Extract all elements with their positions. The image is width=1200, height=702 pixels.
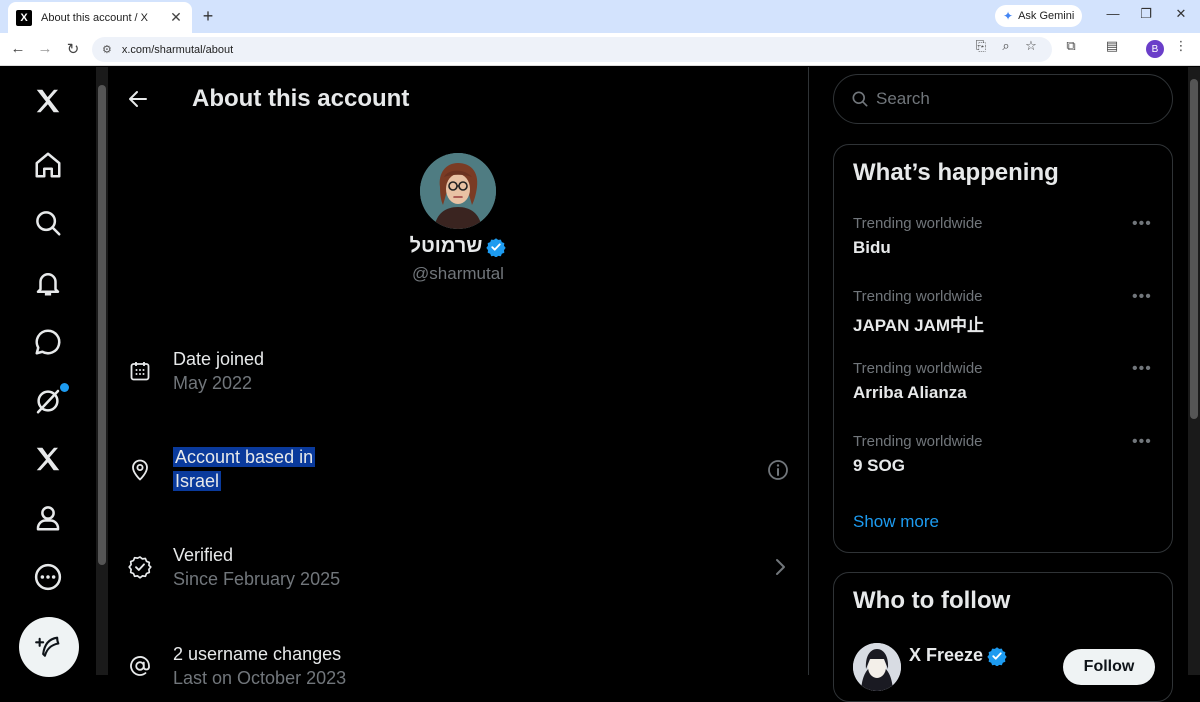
more-dots-icon[interactable]: •••: [1132, 288, 1152, 306]
search-input[interactable]: Search: [833, 74, 1173, 124]
bookmark-star-icon[interactable]: ☆: [1022, 38, 1040, 54]
info-circle-icon[interactable]: [766, 458, 790, 482]
search-icon: [852, 91, 868, 107]
notification-dot: [60, 383, 69, 392]
trend-name: JAPAN JAM中止: [853, 316, 984, 335]
verified-badge-icon: [987, 646, 1007, 666]
calendar-icon: [130, 362, 150, 381]
address-bar[interactable]: ⚙ x.com/sharmutal/about: [92, 37, 1052, 62]
premium-x-icon[interactable]: [30, 441, 66, 477]
verified-outline-icon: [128, 556, 152, 579]
verified-label: Verified: [173, 545, 234, 565]
window-close-icon[interactable]: ✕: [1171, 6, 1191, 22]
maximize-icon[interactable]: ❐: [1136, 6, 1156, 22]
extensions-icon[interactable]: ⧉: [1062, 38, 1080, 54]
date-joined-value: May 2022: [173, 373, 253, 393]
zoom-icon[interactable]: ⌕: [997, 38, 1015, 54]
verified-badge-icon: [486, 237, 507, 257]
trend-name: Arriba Alianza: [853, 383, 967, 402]
ask-gemini-label: Ask Gemini: [1018, 10, 1075, 22]
menu-kebab-icon[interactable]: ⋮: [1172, 38, 1190, 54]
follow-button[interactable]: Follow: [1063, 649, 1155, 685]
about-account-column: About this account שרמוטל @sharmutal Dat…: [108, 67, 809, 688]
messages-chat-icon[interactable]: [30, 324, 66, 360]
date-joined-label: Date joined: [173, 349, 265, 369]
suggested-account-avatar[interactable]: [853, 643, 901, 691]
browser-tab[interactable]: X About this account / X ✕: [8, 2, 192, 33]
right-sidebar: Search What’s happening Trending worldwi…: [810, 67, 1188, 702]
sidebar-nav: [0, 67, 96, 677]
page-title: About this account: [192, 85, 410, 112]
username-changes-last: Last on October 2023: [173, 668, 347, 688]
account-handle: @sharmutal: [412, 264, 504, 283]
forward-icon[interactable]: →: [35, 40, 55, 57]
profile-avatar[interactable]: B: [1146, 40, 1164, 58]
suggested-account-name: X Freeze: [909, 645, 984, 665]
gemini-sparkle-icon: ✦: [1003, 9, 1014, 23]
location-pin-icon: [132, 459, 148, 481]
more-dots-icon[interactable]: •••: [1132, 433, 1152, 451]
back-icon[interactable]: ←: [8, 40, 28, 57]
page-scrollbar[interactable]: [1188, 67, 1200, 675]
account-based-in-label: Account based in: [173, 447, 316, 467]
who-to-follow-panel: Who to follow X Freeze Follow: [833, 572, 1173, 702]
profile-person-icon[interactable]: [30, 500, 66, 536]
trend-name: Bidu: [853, 238, 891, 257]
browser-tab-bar: X About this account / X ✕ + ✦ Ask Gemin…: [0, 0, 1200, 33]
trend-meta: Trending worldwide: [853, 360, 983, 377]
chevron-right-icon[interactable]: [768, 555, 792, 579]
username-changes-label: 2 username changes: [173, 644, 342, 664]
more-options-icon[interactable]: [30, 559, 66, 595]
whats-happening-panel: What’s happening Trending worldwide Bidu…: [833, 144, 1173, 553]
search-placeholder: Search: [876, 89, 930, 108]
home-icon[interactable]: [30, 147, 66, 183]
whats-happening-title: What’s happening: [853, 159, 1059, 186]
browser-toolbar: ← → ↻ ⚙ x.com/sharmutal/about ⎘ ⌕ ☆ ⧉ ▤ …: [0, 33, 1200, 66]
show-more-link[interactable]: Show more: [853, 512, 939, 532]
back-arrow-icon[interactable]: [126, 87, 150, 111]
verified-since: Since February 2025: [173, 569, 341, 589]
x-favicon-icon: X: [16, 9, 32, 26]
reload-icon[interactable]: ↻: [63, 40, 83, 58]
side-panel-icon[interactable]: ▤: [1103, 38, 1121, 54]
url-text[interactable]: x.com/sharmutal/about: [122, 44, 233, 56]
explore-search-icon[interactable]: [30, 205, 66, 241]
new-tab-icon[interactable]: +: [198, 6, 218, 27]
x-logo-icon[interactable]: [30, 83, 66, 119]
close-icon[interactable]: ✕: [168, 9, 184, 26]
who-to-follow-title: Who to follow: [853, 587, 1011, 614]
notifications-bell-icon[interactable]: [30, 265, 66, 301]
minimize-icon[interactable]: —: [1103, 6, 1123, 21]
trend-name: 9 SOG: [853, 456, 905, 475]
more-dots-icon[interactable]: •••: [1132, 360, 1152, 378]
at-sign-icon: [130, 656, 150, 676]
tab-title: About this account / X: [41, 11, 149, 24]
trend-meta: Trending worldwide: [853, 215, 983, 232]
account-based-in-value: Israel: [173, 471, 222, 491]
sidebar-scrollbar[interactable]: [96, 67, 108, 675]
more-dots-icon[interactable]: •••: [1132, 215, 1152, 233]
ask-gemini-button[interactable]: ✦ Ask Gemini: [995, 5, 1083, 27]
install-app-icon[interactable]: ⎘: [972, 38, 990, 54]
trend-meta: Trending worldwide: [853, 433, 983, 450]
compose-post-button[interactable]: [19, 617, 79, 677]
display-name: שרמוטל: [409, 235, 483, 257]
trend-meta: Trending worldwide: [853, 288, 983, 305]
account-avatar[interactable]: [420, 153, 496, 229]
compose-feather-icon: [35, 636, 60, 657]
display-name-row: שרמוטל: [358, 235, 558, 258]
site-info-icon[interactable]: ⚙: [102, 43, 112, 56]
suggested-account-name-row[interactable]: X Freeze: [909, 645, 1007, 666]
